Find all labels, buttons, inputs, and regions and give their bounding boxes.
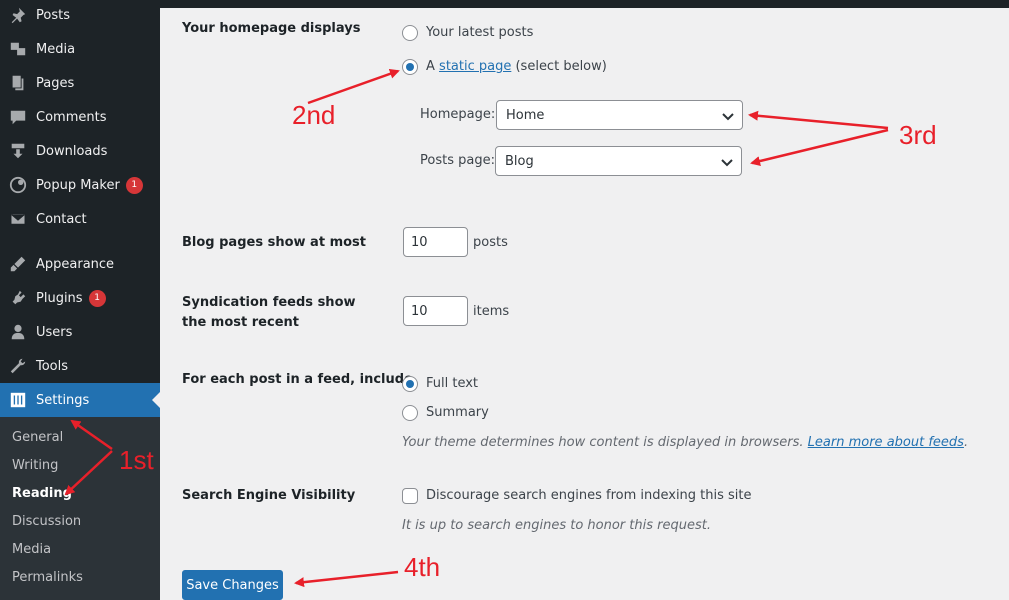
update-count-badge: 1 bbox=[88, 289, 106, 307]
posts-page-select-value: Blog bbox=[505, 153, 534, 169]
sidebar-item-tools[interactable]: Tools bbox=[0, 349, 160, 383]
brush-icon bbox=[8, 254, 28, 274]
annotation-4th: 4th bbox=[404, 552, 441, 582]
active-menu-caret bbox=[152, 392, 160, 408]
sidebar-item-label: Posts bbox=[36, 7, 70, 23]
search-visibility-description: It is up to search engines to honor this… bbox=[402, 518, 711, 533]
chevron-down-icon bbox=[722, 113, 734, 121]
syndication-unit: items bbox=[473, 304, 510, 319]
plugin-icon bbox=[8, 288, 28, 308]
homepage-select-value: Home bbox=[506, 107, 545, 123]
blog-pages-input[interactable]: 10 bbox=[403, 227, 468, 257]
search-visibility-label: Search Engine Visibility bbox=[182, 488, 356, 503]
sidebar-item-plugins[interactable]: Plugins 1 bbox=[0, 281, 160, 315]
sidebar-item-downloads[interactable]: Downloads bbox=[0, 134, 160, 168]
feed-description: Your theme determines how content is dis… bbox=[402, 435, 969, 450]
blog-pages-label: Blog pages show at most bbox=[182, 235, 366, 250]
comment-icon bbox=[8, 107, 28, 127]
sidebar-item-comments[interactable]: Comments bbox=[0, 100, 160, 134]
static-page-option[interactable]: A static page (select below) bbox=[426, 59, 607, 74]
annotation-2nd: 2nd bbox=[292, 100, 336, 130]
sidebar-item-label: Tools bbox=[36, 358, 69, 374]
homepage-select-label: Homepage: bbox=[420, 107, 496, 122]
full-text-option[interactable]: Full text bbox=[426, 376, 478, 391]
sidebar-item-label: Plugins bbox=[36, 290, 83, 306]
feed-description-text: Your theme determines how content is dis… bbox=[402, 435, 804, 450]
sidebar-item-label: Appearance bbox=[36, 256, 115, 272]
latest-posts-option[interactable]: Your latest posts bbox=[426, 25, 533, 40]
discourage-search-label[interactable]: Discourage search engines from indexing … bbox=[426, 488, 752, 503]
sidebar-item-media[interactable]: Media bbox=[0, 32, 160, 66]
static-page-radio[interactable] bbox=[402, 59, 418, 75]
submenu-item-reading[interactable]: Reading bbox=[12, 486, 72, 501]
update-count-badge: 1 bbox=[125, 176, 143, 194]
sidebar-item-pages[interactable]: Pages bbox=[0, 66, 160, 100]
save-changes-button[interactable]: Save Changes bbox=[182, 570, 283, 600]
sidebar-item-label: Popup Maker bbox=[36, 177, 120, 193]
full-text-radio[interactable] bbox=[402, 376, 418, 392]
homepage-displays-label: Your homepage displays bbox=[182, 21, 361, 36]
summary-option[interactable]: Summary bbox=[426, 405, 489, 420]
chevron-down-icon bbox=[721, 159, 733, 167]
admin-sidebar: Posts Media Pages Comments Downloads Pop… bbox=[0, 0, 160, 600]
sidebar-item-label: Pages bbox=[36, 75, 75, 91]
sidebar-item-label: Comments bbox=[36, 109, 107, 125]
sidebar-item-label: Downloads bbox=[36, 143, 108, 159]
summary-radio[interactable] bbox=[402, 405, 418, 421]
sidebar-item-label: Settings bbox=[36, 392, 90, 408]
syndication-input[interactable]: 10 bbox=[403, 296, 468, 326]
submenu-item-media[interactable]: Media bbox=[12, 542, 51, 557]
blog-pages-unit: posts bbox=[473, 235, 508, 250]
pin-icon bbox=[8, 5, 28, 25]
admin-bar bbox=[160, 0, 1009, 8]
annotation-3rd: 3rd bbox=[899, 120, 937, 150]
learn-more-feeds-link[interactable]: Learn more about feeds bbox=[808, 435, 964, 450]
sidebar-item-label: Users bbox=[36, 324, 73, 340]
wrench-icon bbox=[8, 356, 28, 376]
popup-icon bbox=[8, 175, 28, 195]
posts-page-select[interactable]: Blog bbox=[495, 146, 742, 176]
sidebar-item-label: Media bbox=[36, 41, 76, 57]
users-icon bbox=[8, 322, 28, 342]
latest-posts-radio[interactable] bbox=[402, 25, 418, 41]
submenu-item-permalinks[interactable]: Permalinks bbox=[12, 570, 83, 585]
sidebar-item-popup-maker[interactable]: Popup Maker 1 bbox=[0, 168, 160, 202]
media-icon bbox=[8, 39, 28, 59]
syndication-label: Syndication feeds show the most recent bbox=[182, 295, 356, 330]
submenu-item-general[interactable]: General bbox=[12, 430, 63, 445]
download-icon bbox=[8, 141, 28, 161]
static-prefix: A bbox=[426, 59, 435, 74]
static-suffix: (select below) bbox=[515, 59, 607, 74]
sidebar-item-settings[interactable]: Settings bbox=[0, 383, 160, 417]
sidebar-item-contact[interactable]: Contact bbox=[0, 202, 160, 236]
homepage-select[interactable]: Home bbox=[496, 100, 743, 130]
annotation-1st: 1st bbox=[119, 445, 154, 475]
sidebar-item-label: Contact bbox=[36, 211, 87, 227]
pages-icon bbox=[8, 73, 28, 93]
sidebar-item-users[interactable]: Users bbox=[0, 315, 160, 349]
sidebar-item-appearance[interactable]: Appearance bbox=[0, 247, 160, 281]
posts-page-select-label: Posts page: bbox=[420, 153, 495, 168]
discourage-search-checkbox[interactable] bbox=[402, 488, 418, 504]
submenu-item-writing[interactable]: Writing bbox=[12, 458, 58, 473]
submenu-item-discussion[interactable]: Discussion bbox=[12, 514, 81, 529]
sidebar-item-posts[interactable]: Posts bbox=[0, 0, 160, 32]
feed-include-label: For each post in a feed, include bbox=[182, 372, 413, 387]
mail-icon bbox=[8, 209, 28, 229]
static-page-link[interactable]: static page bbox=[439, 59, 511, 74]
settings-icon bbox=[8, 390, 28, 410]
